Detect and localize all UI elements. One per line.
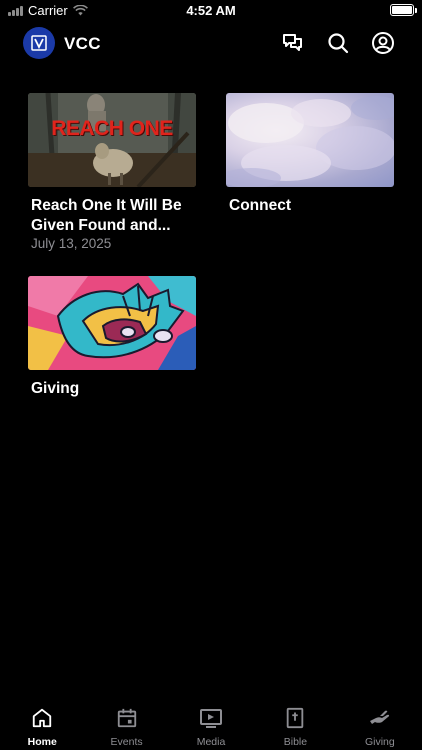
tab-label: Bible — [283, 736, 308, 748]
reach-one-thumb-text: REACH ONE — [51, 117, 173, 140]
tab-label: Events — [110, 736, 143, 748]
tab-label: Home — [27, 736, 57, 748]
hands-art-image — [28, 276, 196, 370]
content-card-giving[interactable]: Giving — [28, 276, 196, 399]
battery-icon — [390, 4, 417, 16]
search-button[interactable] — [326, 31, 350, 55]
giving-thumbnail — [28, 276, 196, 370]
connect-thumbnail — [226, 93, 394, 187]
app-header: VCC — [0, 26, 422, 62]
tab-bible[interactable]: Bible — [253, 700, 337, 750]
content-card-reach-one[interactable]: REACH ONE Reach One It Will Be Given Fou… — [28, 93, 196, 251]
search-icon — [328, 33, 349, 54]
bible-icon — [283, 706, 307, 730]
app-title: VCC — [64, 34, 101, 53]
status-time: 4:52 AM — [186, 3, 236, 18]
content-card-connect[interactable]: Connect — [226, 93, 394, 216]
tab-giving[interactable]: Giving — [338, 700, 422, 750]
chat-button[interactable] — [281, 31, 305, 55]
logo-icon — [31, 35, 47, 51]
card-title: Giving — [31, 380, 80, 397]
tab-home[interactable]: Home — [0, 700, 84, 750]
tab-media[interactable]: Media — [169, 700, 253, 750]
media-icon — [199, 706, 223, 730]
home-icon — [30, 706, 54, 730]
profile-button[interactable] — [371, 31, 395, 55]
chat-icon — [283, 34, 302, 51]
calendar-icon — [115, 706, 139, 730]
tab-events[interactable]: Events — [84, 700, 168, 750]
card-title: Reach One It Will Be Given Found and... — [31, 197, 182, 234]
giving-icon — [368, 706, 392, 730]
tab-label: Media — [196, 736, 226, 748]
card-title: Connect — [229, 197, 291, 214]
tab-label: Giving — [364, 736, 395, 748]
app-logo[interactable] — [23, 27, 55, 59]
tab-bar: Home Events Media Bible Giving — [0, 700, 422, 750]
status-bar: Carrier 4:52 AM — [0, 0, 422, 22]
reach-one-thumbnail: REACH ONE — [28, 93, 196, 187]
clouds-image — [226, 96, 394, 187]
profile-icon — [372, 32, 394, 54]
card-date: July 13, 2025 — [31, 236, 112, 251]
